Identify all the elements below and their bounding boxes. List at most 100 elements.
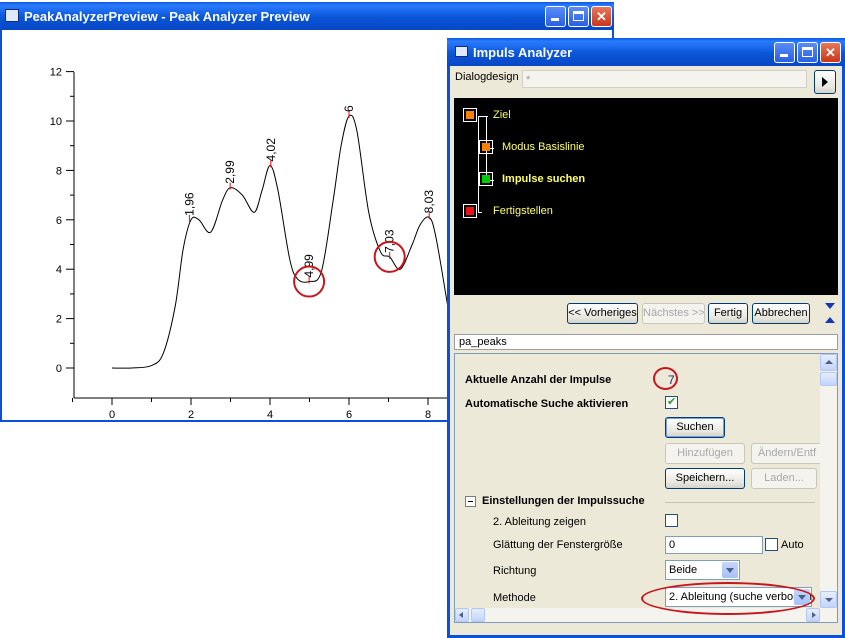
- show-2nd-deriv-label: 2. Ableitung zeigen: [493, 516, 586, 528]
- tree-node-icon-ziel: [463, 108, 477, 122]
- tree-node-icon-finish: [463, 204, 477, 218]
- method-value: 2. Ableitung (suche verborgen): [669, 591, 812, 603]
- dialog-design-value: *: [526, 74, 531, 86]
- y-tick-label: 0: [56, 363, 62, 375]
- scroll-down-icon: [825, 598, 833, 602]
- scroll-right-button[interactable]: [806, 608, 820, 622]
- scroll-thumb[interactable]: [820, 372, 837, 386]
- tree-item-finish[interactable]: Fertigstellen: [493, 205, 553, 217]
- x-tick-label: 0: [109, 409, 115, 420]
- collapse-down-button[interactable]: [822, 314, 839, 327]
- tree-item-baseline[interactable]: Modus Basislinie: [502, 141, 585, 153]
- auto-checkbox[interactable]: [765, 538, 778, 551]
- checkmark-icon: ✔: [667, 396, 677, 408]
- dialog-title: Impuls Analyzer: [473, 45, 573, 60]
- save-button[interactable]: Speichern...: [665, 468, 745, 489]
- find-button[interactable]: Suchen: [665, 417, 725, 438]
- finish-button[interactable]: Fertig: [708, 303, 748, 324]
- next-button[interactable]: Nächstes >>: [642, 303, 705, 324]
- horizontal-scroll-thumb[interactable]: [471, 608, 485, 622]
- play-arrow-icon: [822, 77, 828, 87]
- scroll-down-button[interactable]: [820, 591, 837, 608]
- x-tick-label: 2: [188, 409, 194, 420]
- scroll-left-button[interactable]: [455, 608, 469, 622]
- minimize-icon: [780, 54, 788, 57]
- modify-button[interactable]: Ändern/Entf: [751, 443, 823, 464]
- prev-button[interactable]: << Vorheriges: [567, 303, 638, 324]
- minimize-icon: [551, 18, 559, 21]
- x-tick-label: 8: [425, 409, 431, 420]
- impuls-analyzer-dialog: Impuls Analyzer ✕ Dialogdesign * Ziel Mo…: [447, 38, 845, 638]
- app-icon: [5, 9, 19, 22]
- tree-node-icon-baseline: [479, 140, 493, 154]
- page-name-field: pa_peaks: [454, 334, 838, 350]
- tree-item-find-peaks[interactable]: Impulse suchen: [502, 173, 585, 185]
- dialog-maximize-button[interactable]: [797, 42, 818, 63]
- maximize-button[interactable]: [568, 6, 589, 27]
- dialog-design-label: Dialogdesign: [455, 71, 519, 83]
- group-divider: [665, 502, 815, 503]
- peak-label: 8,03: [422, 190, 436, 214]
- tree-node-icon-find-peaks: [479, 172, 493, 186]
- direction-label: Richtung: [493, 565, 537, 577]
- dialog-icon: [455, 46, 468, 57]
- arrow-up-icon: [825, 317, 835, 323]
- settings-horizontal-scrollbar[interactable]: [455, 608, 837, 622]
- graph-window-title: PeakAnalyzerPreview - Peak Analyzer Prev…: [24, 9, 310, 24]
- maximize-icon: [802, 47, 813, 57]
- show-2nd-deriv-checkbox[interactable]: [665, 514, 678, 527]
- add-button[interactable]: Hinzufügen: [665, 443, 745, 464]
- close-button[interactable]: ✕: [591, 6, 612, 27]
- graph-titlebar[interactable]: PeakAnalyzerPreview - Peak Analyzer Prev…: [0, 2, 614, 30]
- auto-label: Auto: [781, 539, 804, 551]
- scroll-right-icon: [812, 612, 816, 618]
- signal-line: [111, 114, 449, 369]
- x-tick-label: 6: [346, 409, 352, 420]
- auto-find-checkbox[interactable]: ✔: [665, 396, 678, 409]
- direction-value: Beide: [669, 564, 698, 576]
- scroll-up-icon: [825, 360, 833, 364]
- direction-select[interactable]: Beide: [665, 560, 740, 580]
- method-label: Methode: [493, 592, 536, 604]
- peak-label: 2,99: [223, 160, 237, 184]
- scroll-left-icon: [459, 612, 463, 618]
- peak-label: 6: [342, 105, 356, 112]
- smoothing-input[interactable]: 0: [665, 536, 763, 554]
- design-menu-button[interactable]: [814, 70, 836, 94]
- settings-vertical-scrollbar[interactable]: [820, 354, 837, 608]
- settings-panel: Aktuelle Anzahl der Impulse 7 Automatisc…: [454, 353, 838, 623]
- peak-count-value: 7: [668, 373, 675, 387]
- auto-find-label: Automatische Suche aktivieren: [465, 398, 629, 410]
- dialog-titlebar[interactable]: Impuls Analyzer ✕: [447, 38, 845, 66]
- y-tick-label: 12: [50, 67, 62, 79]
- wizard-step-tree: Ziel Modus Basislinie Impulse suchen Fer…: [454, 98, 838, 295]
- peak-count-label: Aktuelle Anzahl der Impulse: [465, 374, 612, 386]
- peak-label: 4,02: [264, 138, 278, 162]
- dropdown-arrow-icon: [722, 562, 738, 578]
- tree-item-ziel[interactable]: Ziel: [493, 109, 511, 121]
- collapse-group-toggle[interactable]: [465, 496, 476, 507]
- y-tick-label: 10: [50, 116, 62, 128]
- arrow-down-icon: [825, 303, 835, 309]
- close-icon: ✕: [825, 45, 836, 60]
- peak-settings-group-title: Einstellungen der Impulssuche: [482, 495, 645, 507]
- cancel-button[interactable]: Abbrechen: [752, 303, 810, 324]
- scroll-up-button[interactable]: [820, 354, 837, 371]
- dialog-minimize-button[interactable]: [774, 42, 795, 63]
- dialog-design-combo[interactable]: *: [522, 70, 807, 88]
- smoothing-label: Glättung der Fenstergröße: [493, 539, 623, 551]
- collapse-up-button[interactable]: [822, 300, 839, 313]
- load-button[interactable]: Laden...: [751, 468, 817, 489]
- y-tick-label: 2: [56, 314, 62, 326]
- close-icon: ✕: [596, 9, 607, 24]
- maximize-icon: [573, 11, 584, 21]
- dialog-close-button[interactable]: ✕: [820, 42, 841, 63]
- y-tick-label: 4: [56, 264, 62, 276]
- method-select[interactable]: 2. Ableitung (suche verborgen): [665, 587, 812, 607]
- minimize-button[interactable]: [545, 6, 566, 27]
- dropdown-arrow-icon: [794, 589, 810, 605]
- y-tick-label: 6: [56, 215, 62, 227]
- minus-icon: [468, 501, 473, 502]
- peak-label: 1,96: [182, 192, 196, 216]
- x-tick-label: 4: [267, 409, 273, 420]
